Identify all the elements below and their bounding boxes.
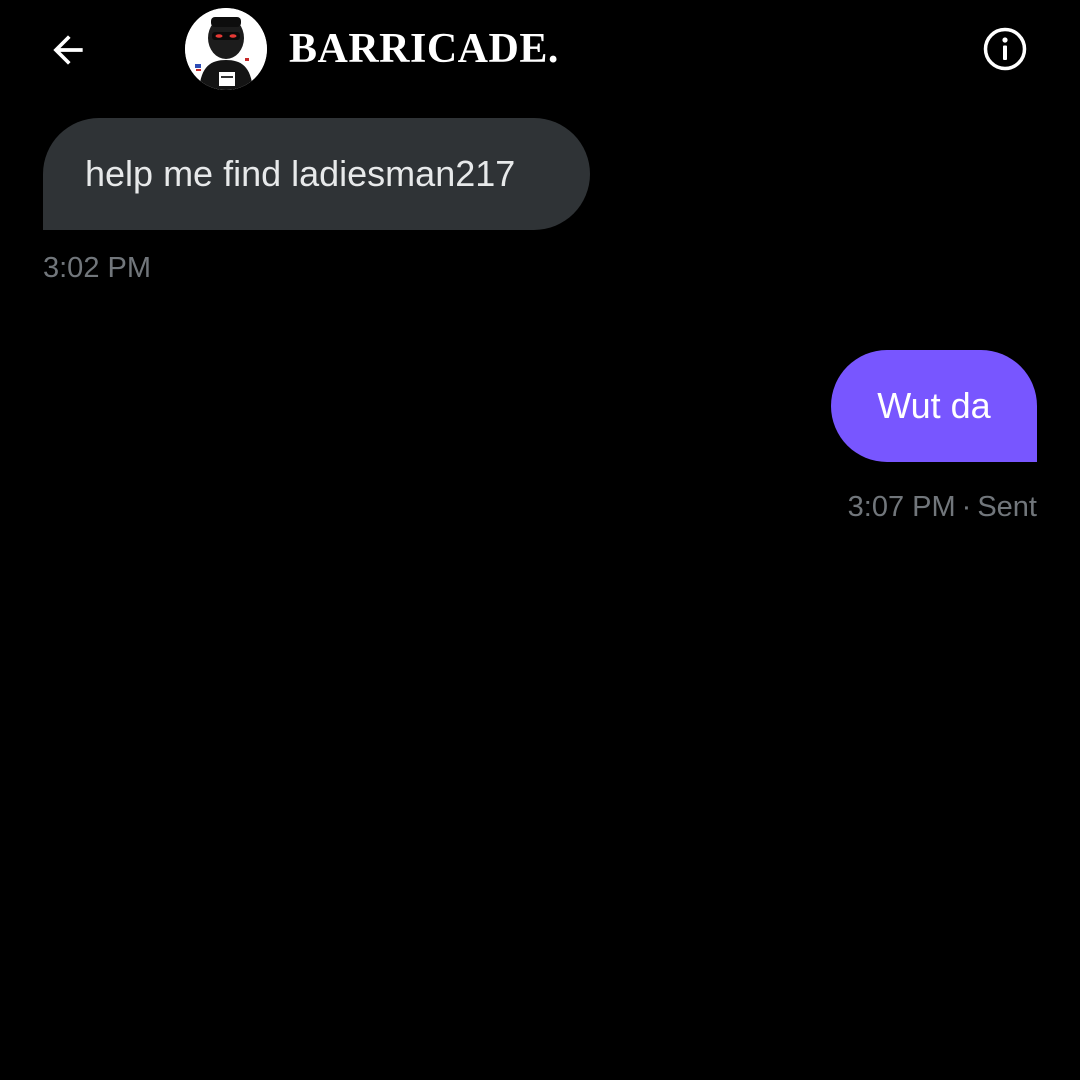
- conversation-header: BARRICADE.: [0, 0, 1080, 100]
- message-status: Sent: [977, 491, 1037, 523]
- outgoing-message-bubble[interactable]: Wut da: [831, 350, 1037, 462]
- message-text: help me find ladiesman217: [85, 153, 516, 194]
- arrow-left-icon: [53, 35, 83, 65]
- message-timestamp: 3:07 PM: [847, 491, 956, 523]
- info-circle-icon: [983, 27, 1027, 71]
- info-button[interactable]: [978, 22, 1032, 76]
- message-text: Wut da: [877, 385, 991, 426]
- message-timestamp: 3:02 PM: [43, 252, 151, 284]
- back-button[interactable]: [40, 22, 96, 78]
- avatar-image: [185, 8, 267, 90]
- avatar[interactable]: [185, 8, 267, 90]
- separator-dot: ·: [961, 491, 972, 523]
- message-meta: 3:07 PM · Sent: [848, 487, 1037, 527]
- incoming-message-bubble[interactable]: help me find ladiesman217: [43, 118, 590, 230]
- contact-name[interactable]: BARRICADE.: [289, 22, 559, 76]
